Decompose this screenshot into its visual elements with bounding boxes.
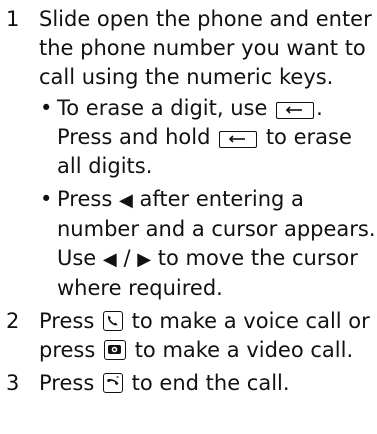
left-arrow-icon: ◀	[118, 190, 133, 211]
step-2-text-a: Press	[39, 309, 95, 333]
step-3-text-b: to end the call.	[131, 371, 290, 395]
video-call-key-icon	[104, 340, 126, 360]
instruction-page: 1 Slide open the phone and enter the pho…	[0, 0, 377, 434]
call-key-icon	[102, 311, 123, 331]
step-2: 2 Press to make a voice call or press to…	[0, 307, 377, 365]
step-2-text-c: to make a video call.	[134, 338, 354, 362]
step-1-text: Slide open the phone and enter the phone…	[39, 7, 372, 89]
sub-item-cursor: • Press ◀ after entering a number and a …	[39, 185, 377, 303]
arrow-separator: /	[123, 246, 131, 270]
end-key-icon	[102, 373, 123, 393]
bullet: •	[40, 187, 53, 211]
erase-text-a: To erase a digit, use	[57, 96, 268, 120]
step-2-number: 2	[6, 309, 20, 333]
right-arrow-icon: ▶	[137, 249, 152, 270]
step-3-text-a: Press	[39, 371, 95, 395]
step-3-number: 3	[6, 371, 20, 395]
step-3: 3 Press to end the call.	[0, 369, 377, 398]
clear-key-icon	[276, 102, 315, 119]
sub-item-erase: • To erase a digit, use . Press and hold…	[39, 94, 377, 181]
erase-text-b: .	[316, 96, 323, 120]
step-1: 1 Slide open the phone and enter the pho…	[0, 5, 377, 303]
step-1-number: 1	[6, 7, 20, 31]
cursor-text-a: Press	[57, 187, 113, 211]
bullet: •	[40, 96, 53, 120]
clear-key-icon	[219, 131, 258, 148]
step-1-sublist: • To erase a digit, use . Press and hold…	[39, 94, 377, 303]
steps-list: 1 Slide open the phone and enter the pho…	[0, 0, 377, 398]
left-arrow-icon: ◀	[102, 249, 117, 270]
erase-text-c: Press and hold	[57, 125, 211, 149]
